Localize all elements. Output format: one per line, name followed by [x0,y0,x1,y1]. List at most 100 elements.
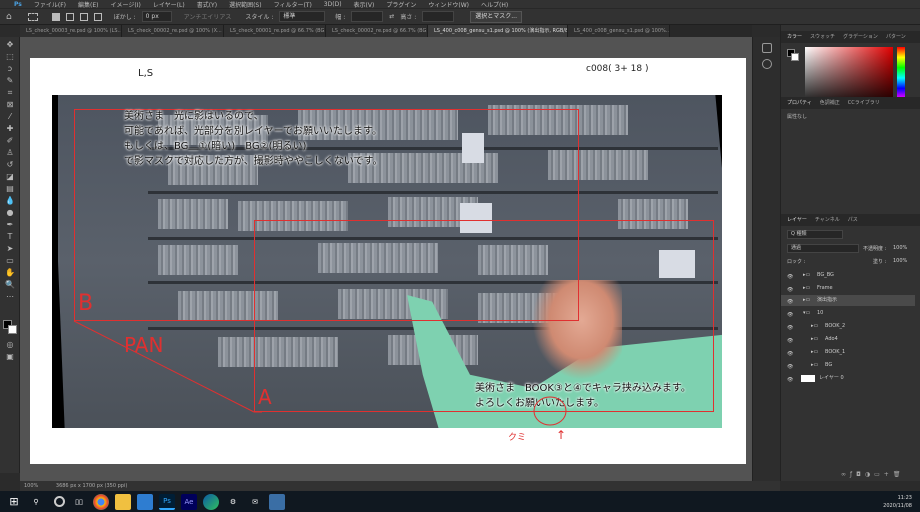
width-input[interactable] [351,11,384,22]
menu-3d[interactable]: 3D(D) [324,1,342,8]
visibility-eye-icon[interactable]: 👁 [787,349,794,357]
tab-channels[interactable]: チャンネル [815,214,840,226]
tab-cc-libraries[interactable]: CCライブラリ [848,97,880,109]
crop-tool-icon[interactable]: ⌗ [4,88,16,98]
settings-icon[interactable]: ⚙ [225,494,241,510]
tab-doc-3[interactable]: LS_check_00001_re.psd @ 66.7% (BG... [224,25,326,37]
group-icon[interactable]: ▭ [874,471,884,478]
tab-adjustments[interactable]: 色調補正 [820,97,840,109]
photoshop-icon[interactable]: Ps [159,493,175,510]
tab-patterns[interactable]: パターン [886,31,906,43]
fill-value[interactable]: 100% [893,258,907,264]
visibility-eye-icon[interactable]: 👁 [787,323,794,331]
bg-swatch[interactable] [791,53,799,61]
trash-icon[interactable]: 🗑 [893,471,905,478]
ps-logo[interactable]: Ps [14,1,22,8]
layer-row[interactable]: 👁 ▸▭ BG_BG [781,270,915,281]
marquee-tool-icon[interactable] [27,12,38,21]
feather-input[interactable]: 0 px [141,11,172,22]
hand-tool-icon[interactable]: ✋ [4,268,16,278]
zoom-level[interactable]: 100% [24,483,38,489]
mask-icon[interactable]: ◘ [856,471,865,478]
adjustment-icon[interactable]: ◑ [865,471,874,478]
eyedropper-tool-icon[interactable]: ⁄ [4,112,16,122]
marquee-tool-icon[interactable]: ⬚ [4,52,16,62]
blur-tool-icon[interactable]: 💧 [4,196,16,206]
select-and-mask-button[interactable]: 選択とマスク... [470,10,522,23]
visibility-eye-icon[interactable]: 👁 [787,310,794,318]
chrome-icon[interactable] [93,493,109,510]
history-brush-icon[interactable]: ↺ [4,160,16,170]
more-tools-icon[interactable]: ⋯ [4,292,16,302]
path-select-tool-icon[interactable]: ➤ [4,244,16,254]
visibility-eye-icon[interactable]: 👁 [787,375,794,383]
explorer-icon[interactable] [115,493,131,510]
visibility-eye-icon[interactable]: 👁 [787,285,794,293]
layer-row[interactable]: 👁 ▸▭ BOOK_2 [781,321,915,332]
tab-doc-4[interactable]: LS_check_00002_re.psd @ 66.7% (BG... [326,25,428,37]
system-clock[interactable]: 11:23 2020/11/08 [883,494,912,510]
tab-doc-active[interactable]: LS_400_c008_gensu_s1.psd @ 100% (演出指示, R… [428,25,568,37]
type-tool-icon[interactable]: T [4,232,16,242]
visibility-eye-icon[interactable]: 👁 [787,297,794,305]
brush-tool-icon[interactable]: ✐ [4,136,16,146]
subtract-selection-icon[interactable] [79,12,88,21]
lasso-tool-icon[interactable]: ↄ [4,64,16,74]
home-icon[interactable]: ⌂ [6,12,12,22]
intersect-selection-icon[interactable] [93,12,102,21]
visibility-eye-icon[interactable]: 👁 [787,336,794,344]
background-color-swatch[interactable] [8,325,17,334]
layer-row[interactable]: 👁 ▸▭ Frame [781,283,915,294]
tab-layers[interactable]: レイヤー [787,214,807,226]
swap-icon[interactable]: ⇄ [389,13,394,20]
task-view-icon[interactable]: ▯▯ [71,494,87,510]
quick-mask-icon[interactable]: ◎ [4,340,16,350]
stamp-tool-icon[interactable]: ♙ [4,148,16,158]
tab-properties[interactable]: プロパティ [787,97,812,109]
height-input[interactable] [422,11,455,22]
style-select[interactable]: 標準 [279,11,326,22]
layer-row[interactable]: 👁 ▾▭ 10 [781,308,915,319]
frame-tool-icon[interactable]: ⊠ [4,100,16,110]
quick-select-tool-icon[interactable]: ✎ [4,76,16,86]
tab-color[interactable]: カラー [787,31,802,43]
layer-row[interactable]: 👁 レイヤー 0 [781,373,915,384]
new-layer-icon[interactable]: + [884,471,893,478]
link-icon[interactable]: ∞ [841,471,850,478]
tab-paths[interactable]: パス [848,214,858,226]
zoom-tool-icon[interactable]: 🔍 [4,280,16,290]
photos-icon[interactable] [269,493,285,510]
visibility-eye-icon[interactable]: 👁 [787,272,794,280]
search-icon[interactable]: ⚲ [28,494,44,510]
new-selection-icon[interactable] [51,12,60,21]
layer-row-selected[interactable]: 👁 ▸▭ 演出指示 [781,295,915,306]
history-icon[interactable] [762,43,772,53]
windows-start-icon[interactable]: ⊞ [6,494,22,510]
after-effects-icon[interactable]: Ae [181,493,197,510]
tab-swatches[interactable]: スウォッチ [810,31,835,43]
tab-doc-1[interactable]: LS_check_00003_re.psd @ 100% (LS... [20,25,122,37]
layer-row[interactable]: 👁 ▸▭ BOOK_1 [781,347,915,358]
dodge-tool-icon[interactable]: ● [4,208,16,218]
app-icon[interactable] [137,493,153,510]
move-tool-icon[interactable]: ✥ [4,40,16,50]
healing-tool-icon[interactable]: ✚ [4,124,16,134]
blend-mode-select[interactable]: 通過 [787,244,859,253]
pen-tool-icon[interactable]: ✒ [4,220,16,230]
add-selection-icon[interactable] [65,12,74,21]
screen-mode-icon[interactable]: ▣ [4,352,16,362]
edge-icon[interactable] [203,493,219,510]
visibility-eye-icon[interactable]: 👁 [787,362,794,370]
tab-doc-6[interactable]: LS_400_c008_gensu_s1.psd @ 100%... [568,25,670,37]
opacity-value[interactable]: 100% [893,245,907,251]
mail-icon[interactable]: ✉ [247,494,263,510]
layer-row[interactable]: 👁 ▸▭ BG [781,360,915,371]
cortana-icon[interactable] [54,496,65,507]
layer-kind-filter[interactable]: Q 種類 [787,230,843,239]
tab-doc-2[interactable]: LS_check_00002_re.psd @ 100% (X... [122,25,224,37]
eraser-tool-icon[interactable]: ◪ [4,172,16,182]
layer-row[interactable]: 👁 ▸▭ Ado4 [781,334,915,345]
actions-icon[interactable] [762,59,772,69]
gradient-tool-icon[interactable]: ▤ [4,184,16,194]
antialias-label[interactable]: アンチエイリアス [184,12,232,21]
